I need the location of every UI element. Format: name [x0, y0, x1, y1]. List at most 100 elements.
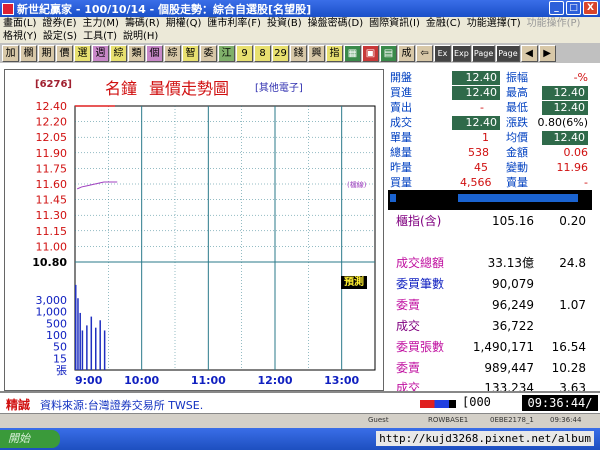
market-value: 105.16 — [492, 214, 534, 228]
horizontal-scrollbar[interactable] — [388, 190, 592, 210]
menu-chips[interactable]: 籌碼(R) — [122, 17, 163, 30]
market-label: 成交 — [396, 319, 421, 333]
tool-8[interactable]: 8 — [254, 44, 271, 62]
tool-single[interactable]: 個 — [146, 44, 163, 62]
tool-forward-icon[interactable]: ▶ — [538, 44, 556, 62]
tool-category[interactable]: 類 — [128, 44, 145, 62]
quote-row: 買量 4,566 賣量 - — [388, 176, 592, 190]
value-total-vol: 538 — [468, 146, 489, 159]
menu-settings[interactable]: 設定(S) — [40, 30, 80, 43]
menu-finance[interactable]: 金融(C) — [423, 17, 464, 30]
menu-tools[interactable]: 工具(T) — [80, 30, 120, 43]
label-last: 成交 — [390, 116, 412, 129]
menu-function-op[interactable]: 功能操作(P) — [524, 17, 584, 30]
value-single-vol: 1 — [482, 131, 489, 144]
predict-button[interactable]: 預測 — [341, 276, 367, 289]
market-value-2: 24.8 — [559, 256, 586, 270]
quote-row: 總量 538 金額 0.06 — [388, 146, 592, 160]
label-high: 最高 — [506, 86, 528, 99]
tool-9[interactable]: 9 — [236, 44, 253, 62]
tool-chart-icon[interactable]: ▦ — [344, 44, 361, 62]
tool-back-icon[interactable]: ◀ — [520, 44, 538, 62]
tool-index[interactable]: 指 — [326, 44, 343, 62]
menu-bar: 畫面(L) 證券(E) 主力(M) 籌碼(R) 期權(Q) 匯市利率(F) 投資… — [0, 17, 600, 30]
menu-invest[interactable]: 投資(B) — [264, 17, 305, 30]
label-open: 開盤 — [390, 71, 412, 84]
sector-label: [其他電子] — [255, 83, 303, 94]
value-change-ratio: 11.96 — [556, 161, 589, 174]
tool-29[interactable]: 29 — [272, 44, 289, 62]
menu-trading-code[interactable]: 操盤密碼(D) — [305, 17, 367, 30]
tool-order[interactable]: 委 — [200, 44, 217, 62]
price-tick-label: 12.40 — [36, 100, 68, 113]
market-label: 委賣 — [396, 298, 421, 312]
menu-screen[interactable]: 畫面(L) — [0, 17, 39, 30]
strip-user: Guest — [368, 416, 389, 424]
price-tick-label: 11.45 — [36, 194, 68, 207]
menu-intl[interactable]: 國際資訊(I) — [366, 17, 423, 30]
volume-bar — [79, 312, 81, 370]
start-button[interactable]: 開始 — [0, 430, 60, 448]
menu-securities[interactable]: 證券(E) — [39, 17, 79, 30]
tool-week[interactable]: 週 — [92, 44, 109, 62]
avg-annotation: (檔線) — [347, 180, 367, 189]
tool-river[interactable]: 江 — [218, 44, 235, 62]
label-amplitude: 振幅 — [506, 71, 528, 84]
tool-money[interactable]: 錢 — [290, 44, 307, 62]
window-controls: _ □ X — [549, 1, 598, 15]
tool-composite[interactable]: 綜 — [110, 44, 127, 62]
price-volume-chart[interactable]: 9:00 10:00 11:00 12:00 13:00 12.40 12.20 12.05 1… — [5, 70, 385, 392]
tool-select[interactable]: 選 — [74, 44, 91, 62]
value-avg-price: 12.40 — [542, 131, 588, 145]
strip-time: 09:36:44 — [550, 416, 582, 424]
market-label: 委買張數 — [396, 340, 445, 354]
tool-column[interactable]: 欄 — [20, 44, 37, 62]
market-value: 36,722 — [492, 319, 534, 333]
menu-options[interactable]: 期權(Q) — [163, 17, 205, 30]
chart-panel: 9:00 10:00 11:00 12:00 13:00 12.40 12.20 12.05 1… — [4, 69, 384, 391]
status-brand: 精誠 — [6, 398, 31, 412]
tool-grid-icon[interactable]: ▤ — [380, 44, 397, 62]
chart-type-label: 量價走勢圖 — [149, 79, 230, 98]
label-bid: 買進 — [390, 86, 412, 99]
tool-prosper[interactable]: 興 — [308, 44, 325, 62]
tool-price[interactable]: 價 — [56, 44, 73, 62]
tool-exp[interactable]: Exp — [452, 44, 471, 62]
x-tick-label: 11:00 — [191, 374, 226, 387]
market-value: 33.13億 — [487, 256, 534, 270]
tool-page-up[interactable]: Page — [471, 44, 496, 62]
market-value: 1,490,171 — [472, 340, 534, 354]
maximize-button[interactable]: □ — [566, 1, 581, 15]
tool-period[interactable]: 期 — [38, 44, 55, 62]
tool-composite-2[interactable]: 綜 — [164, 44, 181, 62]
tool-exit-icon[interactable]: ⇦ — [416, 44, 433, 62]
quote-row: 賣出 - 最低 12.40 — [388, 101, 592, 115]
volume-bar — [86, 325, 88, 370]
tool-alert-icon[interactable]: ▣ — [362, 44, 379, 62]
x-tick-label: 13:00 — [324, 374, 359, 387]
menu-view[interactable]: 格視(Y) — [0, 30, 40, 43]
tool-smart[interactable]: 智 — [182, 44, 199, 62]
tool-page-down[interactable]: Page — [496, 44, 520, 62]
status-strip: Guest ROWBASE1 0EBE2178_1 09:36:44 — [0, 413, 600, 428]
tool-deal[interactable]: 成 — [398, 44, 415, 62]
label-ask: 賣出 — [390, 101, 412, 114]
scroll-edge[interactable] — [390, 194, 396, 202]
menu-fx[interactable]: 匯市利率(F) — [204, 17, 264, 30]
value-ask: - — [480, 101, 484, 114]
market-value: 96,249 — [492, 298, 534, 312]
market-row: 成交總額 33.13億 24.8 — [388, 253, 592, 273]
market-row: 委買筆數 90,079 — [388, 274, 592, 294]
scroll-thumb[interactable] — [458, 194, 578, 202]
minimize-button[interactable]: _ — [549, 1, 564, 15]
market-row: 委賣 96,249 1.07 — [388, 295, 592, 315]
close-button[interactable]: X — [583, 1, 598, 15]
status-line: 精誠 資料來源:台灣證券交易所 TWSE. [000 09:36:44/ — [0, 391, 600, 413]
menu-function-select[interactable]: 功能選擇(T) — [464, 17, 524, 30]
tool-ex[interactable]: Ex — [434, 44, 451, 62]
menu-major[interactable]: 主力(M) — [80, 17, 122, 30]
label-total-vol: 總量 — [390, 146, 412, 159]
tool-add[interactable]: 加 — [2, 44, 19, 62]
menu-help[interactable]: 說明(H) — [120, 30, 161, 43]
volume-bar — [81, 330, 84, 370]
